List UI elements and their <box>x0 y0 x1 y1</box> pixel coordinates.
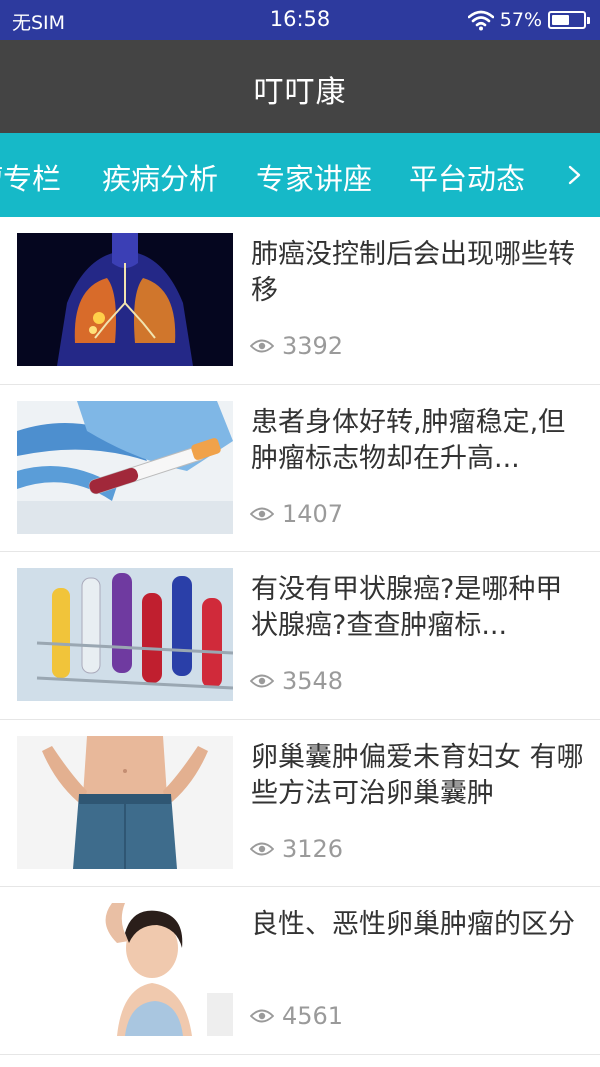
wifi-icon <box>467 10 494 31</box>
article-item[interactable]: 患者身体好转,肿瘤稳定,但肿瘤标志物却在升高... 1407 <box>0 385 600 552</box>
article-title[interactable]: 患者身体好转,肿瘤稳定,但肿瘤标志物却在升高... <box>251 405 586 477</box>
article-item[interactable]: 卵巢囊肿偏爱未育妇女 有哪些方法可治卵巢囊肿 3126 <box>0 720 600 887</box>
tab-disease-analysis[interactable]: 疾病分析 <box>102 156 218 198</box>
article-title[interactable]: 良性、恶性卵巢肿瘤的区分 <box>251 907 586 943</box>
view-count: 3126 <box>250 835 343 863</box>
eye-icon <box>250 842 274 855</box>
eye-icon <box>250 674 274 688</box>
eye-icon <box>250 1009 274 1023</box>
status-icons: 57% <box>467 7 590 33</box>
battery-level <box>552 15 569 25</box>
view-count: 3548 <box>250 667 343 695</box>
battery-percent: 57% <box>499 9 542 31</box>
blood-test-tube-image <box>17 400 233 534</box>
article-list: 肺癌没控制后会出现哪些转移 3392 患者身体好转,肿瘤稳定,但肿瘤标志物却在升… <box>0 217 600 1055</box>
chevron-right-icon[interactable] <box>560 159 590 191</box>
view-count: 4561 <box>250 1002 343 1030</box>
woman-portrait-image <box>17 903 233 1036</box>
tab-expert-lectures[interactable]: 专家讲座 <box>256 156 372 198</box>
test-tubes-rack-image <box>17 568 233 701</box>
view-count-value: 1407 <box>282 499 344 528</box>
tab-tumor-column[interactable]: 瘤专栏 <box>0 156 61 198</box>
view-count: 1407 <box>250 500 343 528</box>
article-item[interactable]: 有没有甲状腺癌?是哪种甲状腺癌?查查肿瘤标... 3548 <box>0 552 600 720</box>
tab-platform-news[interactable]: 平台动态 <box>409 156 525 198</box>
view-count-value: 3126 <box>282 834 344 863</box>
article-title[interactable]: 有没有甲状腺癌?是哪种甲状腺癌?查查肿瘤标... <box>251 572 586 644</box>
view-count: 3392 <box>250 332 343 360</box>
article-title[interactable]: 卵巢囊肿偏爱未育妇女 有哪些方法可治卵巢囊肿 <box>251 740 586 812</box>
article-item[interactable]: 良性、恶性卵巢肿瘤的区分 4561 <box>0 887 600 1055</box>
woman-waist-image <box>17 735 233 869</box>
app-bar: 叮叮康 <box>0 40 600 133</box>
lung-xray-image <box>17 233 233 366</box>
category-tabs: 瘤专栏 疾病分析 专家讲座 平台动态 <box>0 133 600 217</box>
article-title[interactable]: 肺癌没控制后会出现哪些转移 <box>251 237 586 309</box>
eye-icon <box>250 507 274 520</box>
view-count-value: 3548 <box>282 667 344 695</box>
battery-cap <box>587 17 590 24</box>
status-bar: 无SIM 16:58 57% <box>0 0 600 40</box>
view-count-value: 4561 <box>282 1002 344 1030</box>
view-count-value: 3392 <box>282 332 344 360</box>
battery-icon <box>548 11 590 29</box>
eye-icon <box>250 339 274 353</box>
article-item[interactable]: 肺癌没控制后会出现哪些转移 3392 <box>0 217 600 385</box>
page-title: 叮叮康 <box>253 75 347 110</box>
